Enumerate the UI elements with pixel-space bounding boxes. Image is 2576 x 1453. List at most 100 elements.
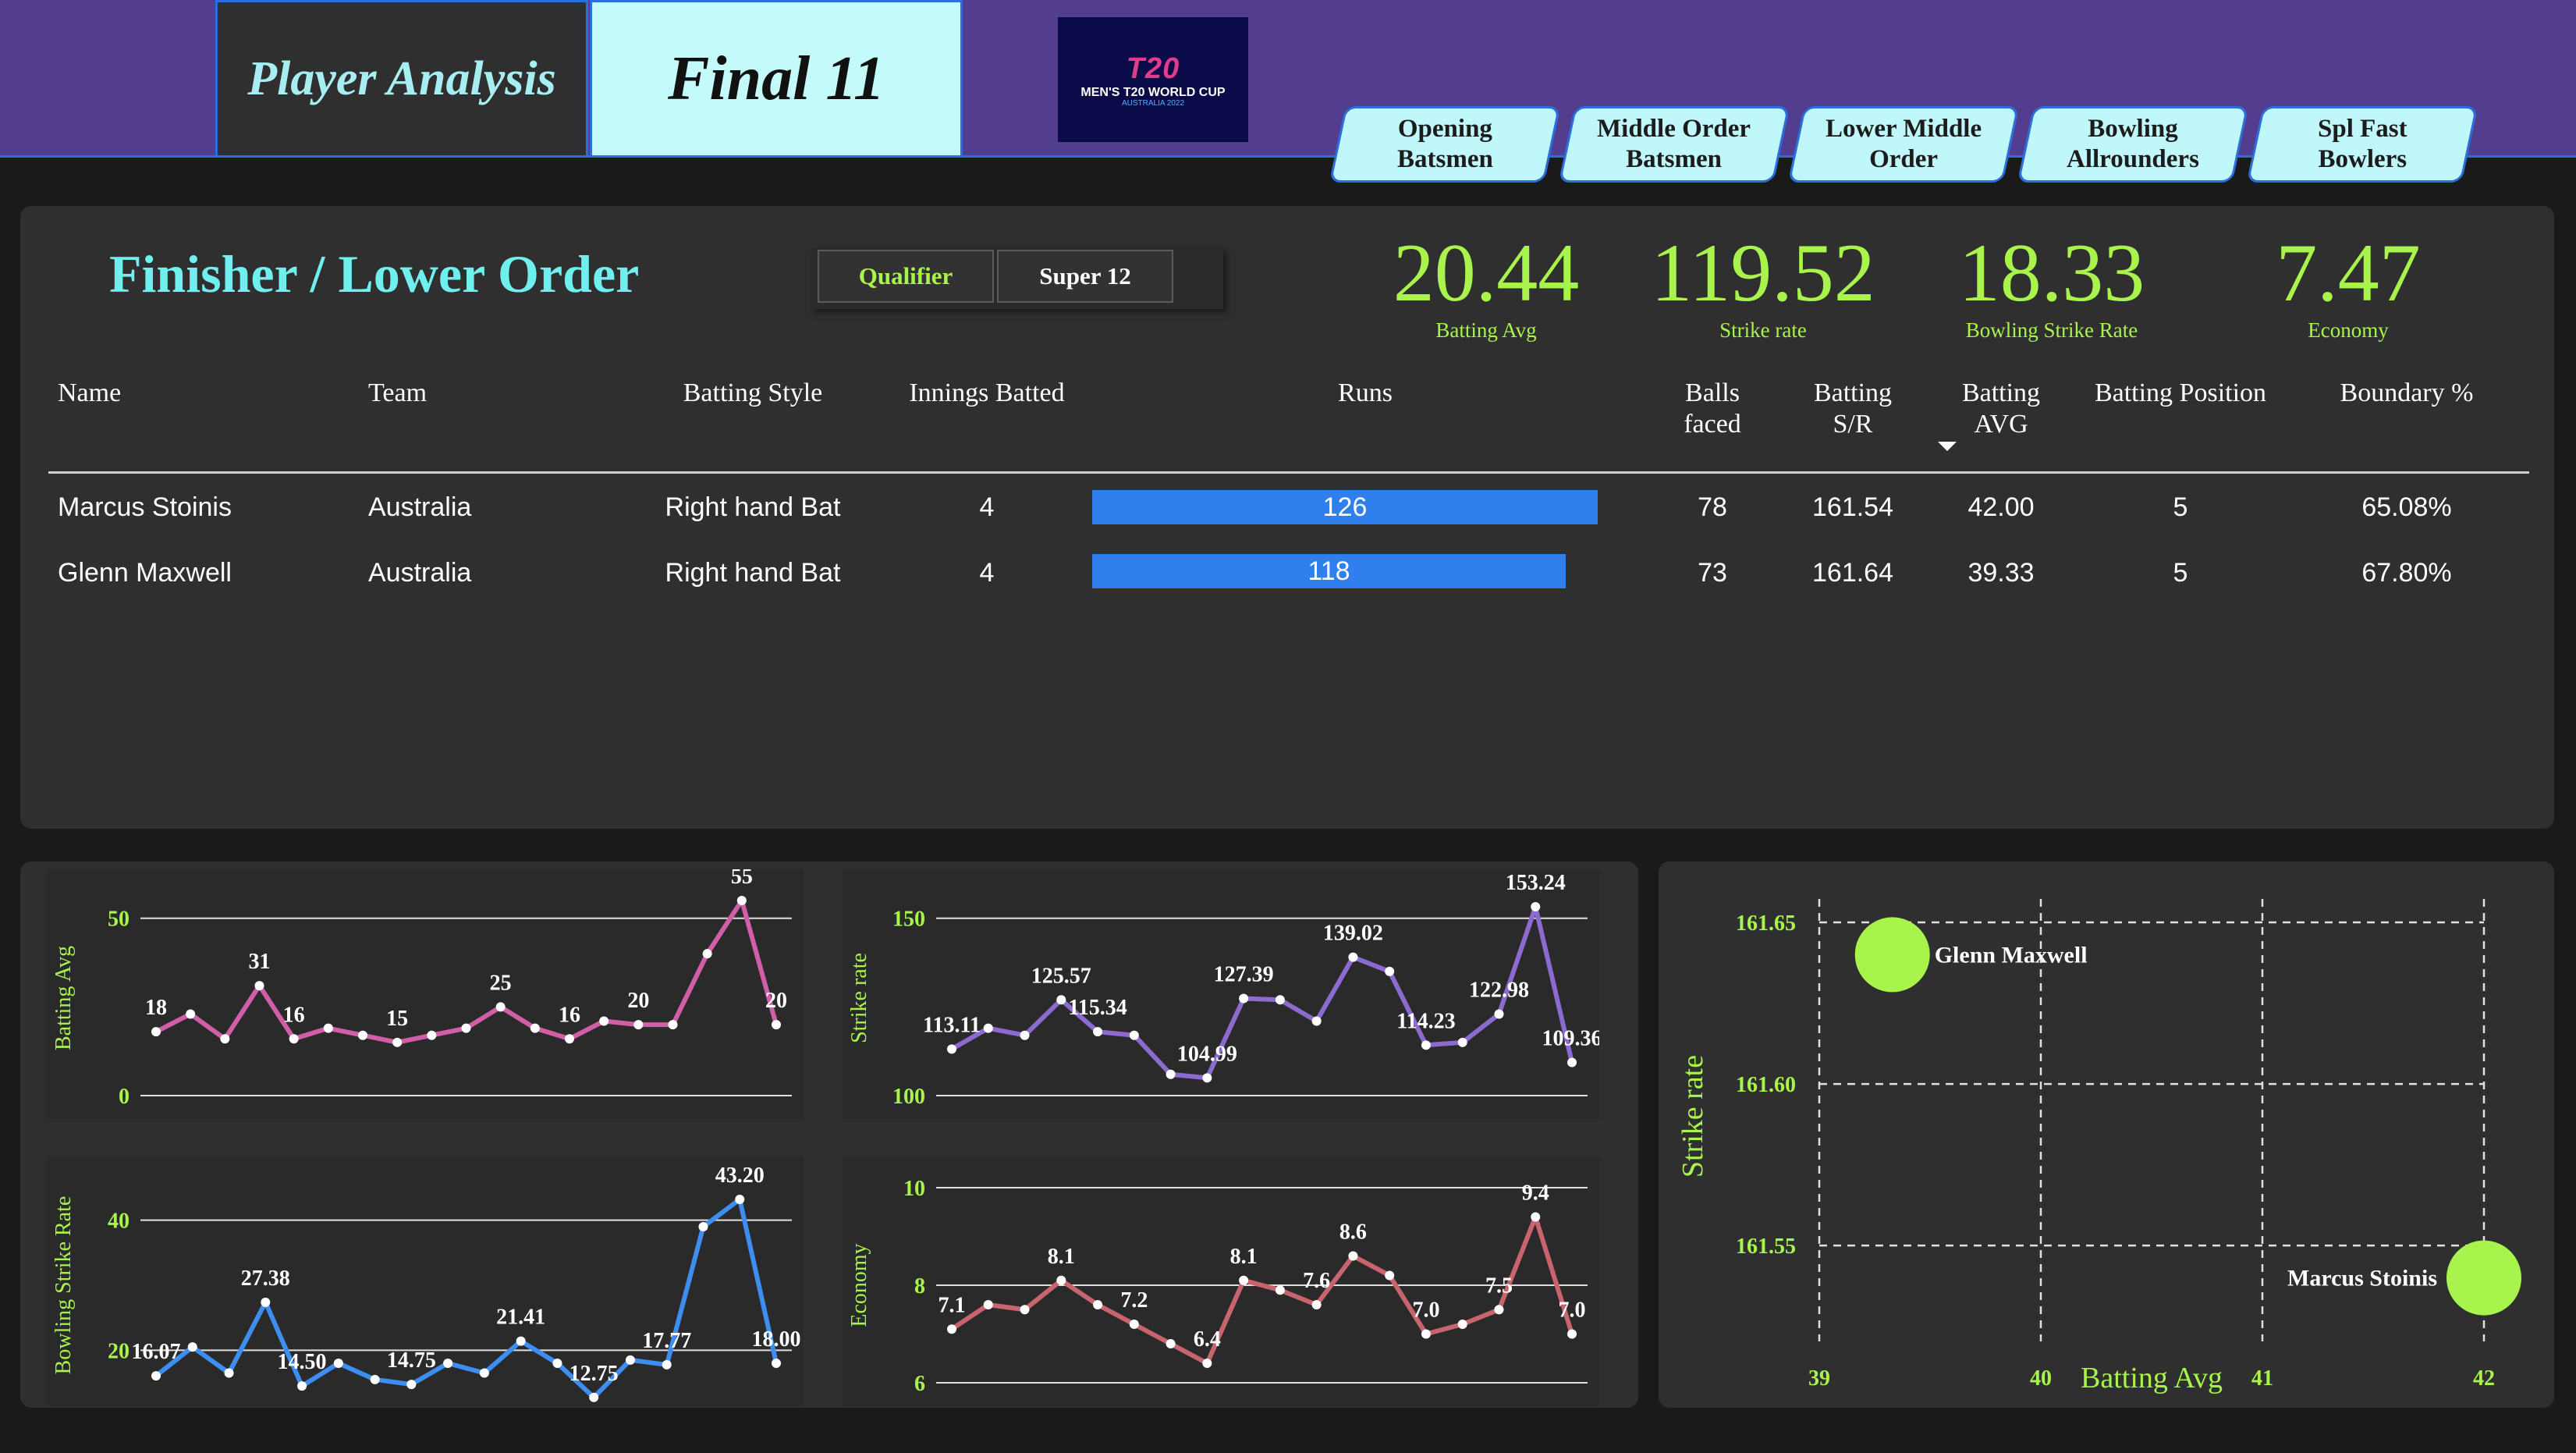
batting-avg-vs-strike-rate-scatter: 161.55 161.60 161.65 39 40 41 42 Batting Avg Str…	[1677, 899, 2521, 1394]
cell-batting-style: Right hand Bat	[665, 492, 841, 522]
data-point	[1093, 1027, 1103, 1037]
y-tick-label: 20	[108, 1339, 130, 1363]
data-point	[772, 1020, 781, 1030]
col-header-innings-batted[interactable]: Innings Batted	[889, 378, 1084, 409]
data-label: 139.02	[1323, 922, 1383, 946]
cell-boundary-pct: 65.08%	[2361, 492, 2452, 522]
y-tick-label: 161.55	[1736, 1235, 1796, 1259]
tab-player-analysis-label: Player Analysis	[247, 52, 556, 105]
data-label: 14.50	[278, 1350, 327, 1374]
nav-label: Lower Middle Order	[1825, 115, 1982, 173]
col-header-boundary-pct[interactable]: Boundary %	[2309, 378, 2504, 409]
data-label: 8.1	[1048, 1245, 1075, 1269]
tab-player-analysis[interactable]: Player Analysis	[215, 0, 588, 158]
data-point	[947, 1044, 956, 1054]
tab-final-11[interactable]: Final 11	[590, 0, 963, 158]
data-label: 16	[283, 1003, 305, 1027]
data-label: 27.38	[241, 1266, 290, 1291]
cell-batting-avg: 42.00	[1967, 492, 2035, 522]
cell-innings: 4	[979, 558, 995, 588]
data-point	[1202, 1359, 1212, 1368]
nav-bowling-allrounders[interactable]: Bowling Allrounders	[2017, 106, 2249, 183]
data-label: 9.4	[1522, 1181, 1549, 1206]
data-point	[254, 981, 264, 991]
logo-subtitle: AUSTRALIA 2022	[1121, 98, 1185, 108]
data-label: 7.1	[939, 1293, 966, 1317]
chart-card-bowling-strike-rate: Bowling Strike Rate 20 40 16.07 27.38 14.50 14…	[47, 1156, 804, 1406]
filter-super-12-button[interactable]: Super 12	[997, 250, 1173, 303]
nav-middle-order-batsmen[interactable]: Middle Order Batsmen	[1558, 106, 1790, 183]
data-point	[224, 1368, 234, 1378]
nav-label: Spl Fast Bowlers	[2317, 115, 2407, 173]
col-header-balls-faced[interactable]: Balls faced	[1654, 378, 1771, 440]
data-label: 43.20	[715, 1163, 765, 1188]
data-point	[443, 1359, 453, 1368]
sort-descending-icon[interactable]	[1938, 442, 1957, 451]
col-header-batting-style[interactable]: Batting Style	[663, 378, 843, 409]
data-point	[552, 1359, 562, 1368]
kpi-label: Batting Avg	[1435, 318, 1537, 342]
data-point	[1385, 966, 1395, 976]
y-tick-label: 0	[119, 1085, 130, 1109]
data-label: 7.5	[1485, 1274, 1513, 1298]
data-point	[516, 1336, 526, 1346]
y-tick-label: 50	[108, 908, 130, 932]
nav-label: Middle Order Batsmen	[1597, 115, 1751, 173]
data-point	[151, 1371, 161, 1381]
col-header-batting-sr[interactable]: Batting S/R	[1794, 378, 1911, 440]
col-header-name[interactable]: Name	[58, 378, 121, 409]
data-label: 113.11	[923, 1013, 981, 1037]
logo-title: MEN'S T20 WORLD CUP	[1080, 85, 1226, 99]
data-label: 25	[490, 971, 512, 995]
data-point	[186, 1009, 196, 1019]
data-label: 127.39	[1214, 963, 1274, 987]
y-tick-label: 150	[892, 908, 925, 932]
data-label: 12.75	[569, 1362, 619, 1386]
y-axis-title: Bowling Strike Rate	[51, 1196, 76, 1375]
col-header-batting-avg[interactable]: Batting AVG	[1943, 378, 2060, 440]
data-label: 122.98	[1469, 979, 1529, 1003]
data-label: 15	[386, 1007, 408, 1031]
scatter-point-label: Marcus Stoinis	[2287, 1266, 2437, 1291]
nav-label: Bowling Allrounders	[2067, 115, 2199, 173]
col-header-runs[interactable]: Runs	[1287, 378, 1443, 409]
data-label: 7.0	[1559, 1298, 1586, 1323]
data-point	[406, 1380, 417, 1390]
data-label: 109.36	[1542, 1026, 1600, 1050]
data-point	[565, 1034, 574, 1044]
data-label: 16	[559, 1003, 580, 1027]
scatter-point	[1854, 917, 1930, 993]
nav-opening-batsmen[interactable]: Opening Batsmen	[1329, 106, 1561, 183]
kpi-bowling-strike-rate: 18.33 Bowling Strike Rate	[1935, 226, 2169, 343]
data-point	[1056, 995, 1066, 1005]
cell-balls-faced: 78	[1698, 492, 1727, 522]
cell-batting-avg: 39.33	[1967, 558, 2035, 588]
nav-spl-fast-bowlers[interactable]: Spl Fast Bowlers	[2246, 106, 2478, 183]
data-point	[1311, 1300, 1322, 1309]
data-point	[479, 1368, 489, 1378]
data-point	[1494, 1305, 1504, 1315]
data-point	[1275, 995, 1285, 1005]
data-point	[736, 896, 747, 905]
cell-batting-position: 5	[2173, 492, 2188, 522]
y-tick-label: 8	[914, 1274, 925, 1298]
data-point	[1239, 1275, 1249, 1285]
cell-batting-position: 5	[2173, 558, 2188, 588]
filter-qualifier-button[interactable]: Qualifier	[818, 250, 994, 303]
data-point	[1421, 1040, 1431, 1050]
data-point	[589, 1392, 599, 1402]
data-point	[983, 1300, 993, 1309]
data-label: 21.41	[496, 1306, 545, 1330]
data-point	[1166, 1339, 1176, 1348]
col-header-batting-position[interactable]: Batting Position	[2075, 378, 2286, 409]
chart-card-batting-avg: Batting Avg 0 50 18 31 16 15 25 16 20 55 20	[47, 865, 804, 1119]
data-point	[151, 1027, 161, 1037]
y-tick-label: 161.65	[1736, 911, 1796, 936]
header-divider	[48, 471, 2529, 474]
data-point	[1020, 1305, 1030, 1315]
nav-lower-middle-order[interactable]: Lower Middle Order	[1787, 106, 2020, 183]
col-header-team[interactable]: Team	[368, 378, 427, 409]
kpi-label: Economy	[2308, 318, 2389, 342]
scatter-point	[2446, 1240, 2521, 1316]
x-axis-title: Batting Avg	[2081, 1362, 2223, 1394]
